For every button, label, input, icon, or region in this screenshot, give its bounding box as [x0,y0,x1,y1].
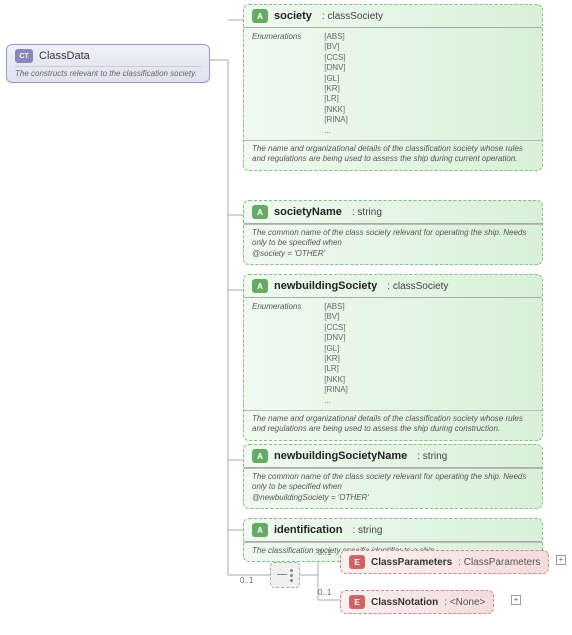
attr-description: The name and organizational details of t… [244,410,542,440]
attr-badge: A [252,9,268,23]
attr-description: The common name of the class society rel… [244,468,542,508]
enum-label: Enumerations [252,32,322,41]
expand-icon[interactable]: + [511,595,521,605]
ct-name: ClassData [39,50,90,62]
attr-name: newbuildingSociety [274,280,377,292]
attr-badge: A [252,279,268,293]
elem-type: : ClassParameters [458,557,540,568]
attr-name: society [274,10,312,22]
expand-icon[interactable]: + [556,555,566,565]
attr-name: identification [274,524,342,536]
enum-list-society: [ABS][BV][CCS][DNV][GL][KR][LR][NKK][RIN… [324,32,348,136]
elem-badge: E [349,555,365,569]
attr-badge: A [252,523,268,537]
attr-type: : string [417,451,447,462]
attribute-societyname[interactable]: A societyName : string The common name o… [243,200,543,265]
attribute-newbuildingsociety[interactable]: A newbuildingSociety : classSociety Enum… [243,274,543,441]
attr-badge: A [252,449,268,463]
enum-label: Enumerations [252,302,322,311]
elem-type: : <None> [444,597,485,608]
enum-list-newbuilding: [ABS][BV][CCS][DNV][GL][KR][LR][NKK][RIN… [324,302,348,406]
sequence-compositor[interactable] [270,562,300,588]
attr-name: newbuildingSocietyName [274,450,407,462]
ct-badge: CT [15,49,33,63]
cardinality-label: 0..1 [240,576,253,585]
attr-type: : classSociety [387,281,448,292]
element-classparameters[interactable]: E ClassParameters : ClassParameters [340,550,549,574]
attribute-society[interactable]: A society : classSociety Enumerations [A… [243,4,543,171]
cardinality-label: 0..1 [318,588,331,597]
complextype-classdata[interactable]: CT ClassData The constructs relevant to … [6,44,210,83]
ct-description: The constructs relevant to the classific… [15,66,201,78]
attr-description: The name and organizational details of t… [244,140,542,170]
attr-type: : string [352,207,382,218]
attr-description: The common name of the class society rel… [244,224,542,264]
attr-type: : classSociety [322,11,383,22]
elem-name: ClassParameters [371,557,452,568]
sequence-icon [277,567,293,583]
cardinality-label: 0..1 [318,548,331,557]
attr-type: : string [352,525,382,536]
attribute-newbuildingsocietyname[interactable]: A newbuildingSocietyName : string The co… [243,444,543,509]
elem-badge: E [349,595,365,609]
attr-badge: A [252,205,268,219]
elem-name: ClassNotation [371,597,438,608]
attr-name: societyName [274,206,342,218]
element-classnotation[interactable]: E ClassNotation : <None> [340,590,494,614]
